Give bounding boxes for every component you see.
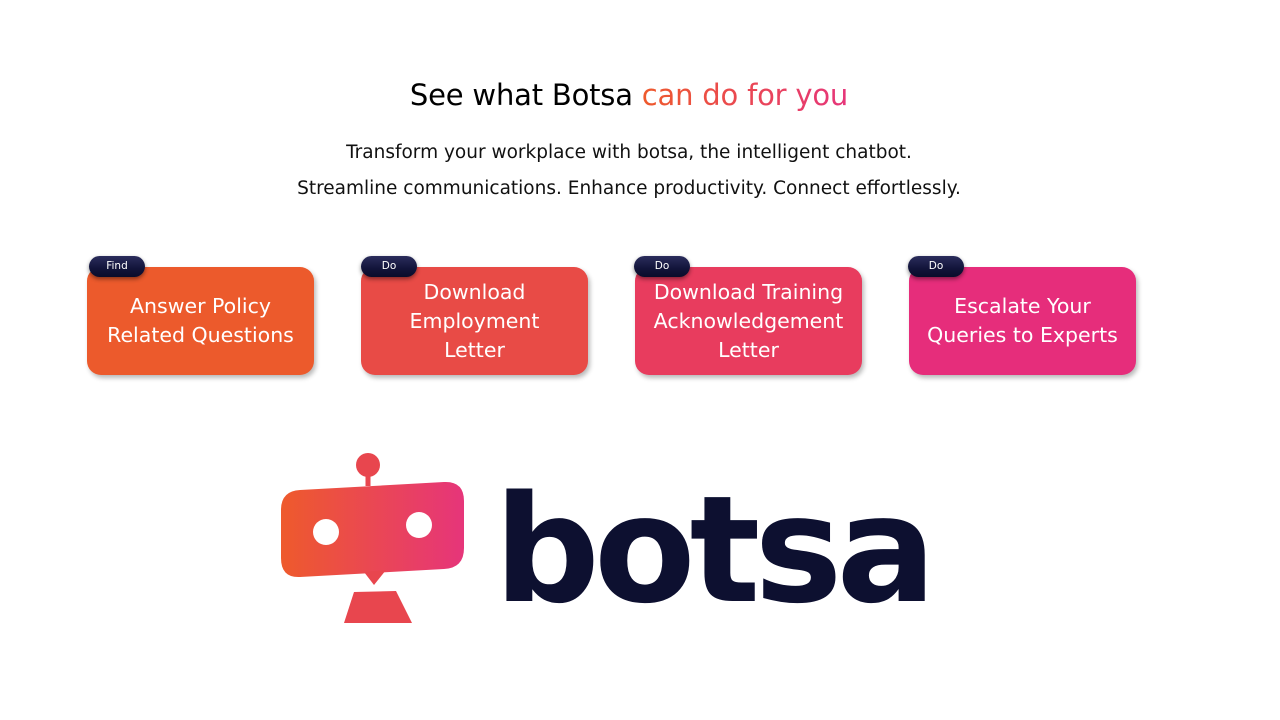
card-label: Answer Policy Related Questions bbox=[107, 294, 294, 347]
title-accent: can do for you bbox=[641, 78, 849, 112]
title-prefix: See what Botsa bbox=[409, 78, 642, 112]
robot-eye-left bbox=[313, 519, 339, 545]
card-download-employment-letter[interactable]: Download Employment Letter bbox=[361, 267, 588, 375]
card-label: Download Employment Letter bbox=[409, 279, 540, 362]
slide: See what Botsa can do for you Transform … bbox=[0, 0, 1280, 720]
robot-neck bbox=[344, 591, 412, 623]
card-escalate-queries[interactable]: Escalate Your Queries to Experts bbox=[909, 267, 1136, 375]
robot-chin bbox=[364, 570, 386, 585]
robot-head bbox=[281, 481, 464, 578]
page-title: See what Botsa can do for you bbox=[0, 78, 1258, 112]
card-label: Escalate Your Queries to Experts bbox=[927, 294, 1118, 347]
card-download-training-letter[interactable]: Download Training Acknowledgement Letter bbox=[635, 267, 862, 375]
subtitle-line-2: Streamline communications. Enhance produ… bbox=[297, 178, 961, 199]
robot-eye-right bbox=[406, 512, 432, 538]
card-tag-do: Do bbox=[361, 256, 417, 277]
card-label: Download Training Acknowledgement Letter bbox=[653, 279, 844, 362]
botsa-wordmark: botsa bbox=[494, 464, 936, 636]
card-tag-do: Do bbox=[634, 256, 690, 277]
subtitle-line-1: Transform your workplace with botsa, the… bbox=[346, 142, 912, 163]
card-tag-find: Find bbox=[89, 256, 145, 277]
card-answer-policy[interactable]: Answer Policy Related Questions bbox=[87, 267, 314, 375]
antenna-ball bbox=[356, 453, 380, 477]
card-tag-do: Do bbox=[908, 256, 964, 277]
robot-head-icon bbox=[281, 453, 464, 623]
